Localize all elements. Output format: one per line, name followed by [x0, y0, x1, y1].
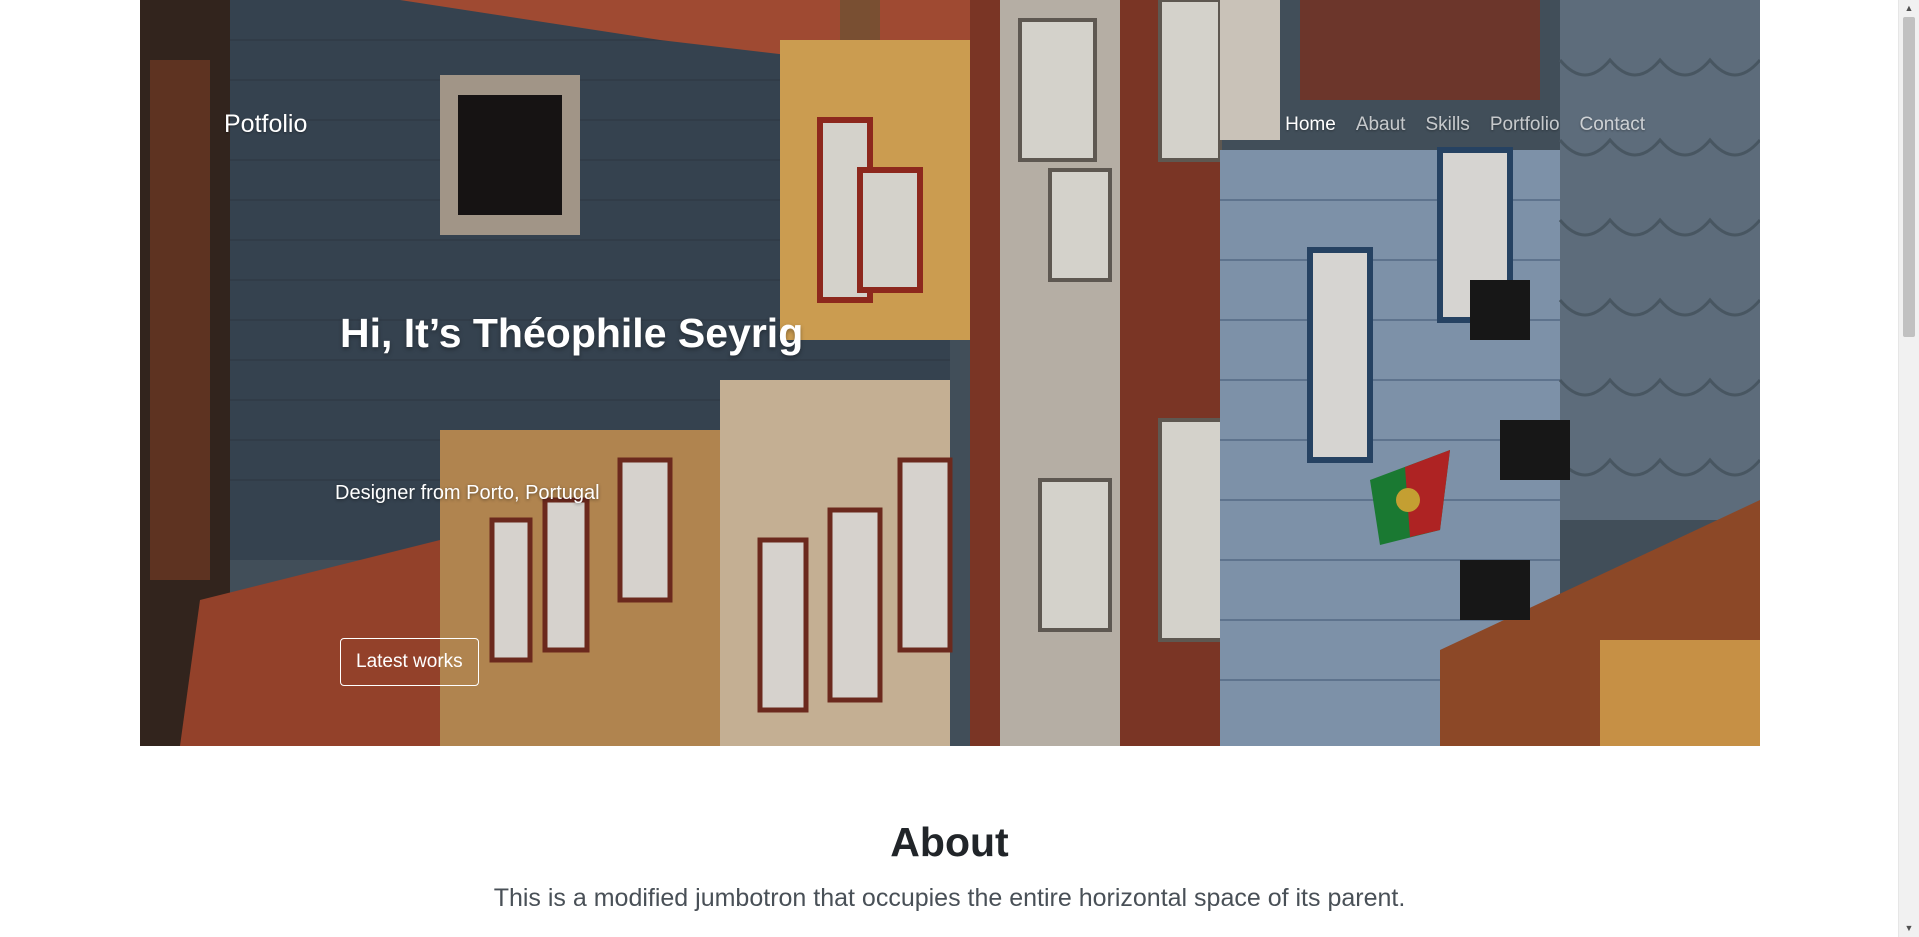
- navbar-brand[interactable]: Potfolio: [224, 110, 307, 139]
- nav-item-portfolio[interactable]: Portfolio: [1490, 114, 1560, 136]
- scrollbar-thumb[interactable]: [1903, 17, 1915, 337]
- nav-item-about[interactable]: Abaut: [1356, 114, 1406, 136]
- about-description: This is a modified jumbotron that occupi…: [493, 884, 1406, 912]
- hero-jumbotron: Potfolio Home Abaut Skills Portfolio Con…: [140, 0, 1760, 746]
- nav-item-skills[interactable]: Skills: [1425, 114, 1469, 136]
- nav-item-home[interactable]: Home: [1285, 114, 1336, 136]
- hero-subtitle: Designer from Porto, Portugal: [335, 482, 600, 504]
- about-heading: About: [890, 819, 1009, 865]
- building-facade-illustration: [140, 0, 1760, 746]
- latest-works-button[interactable]: Latest works: [340, 638, 479, 686]
- nav-item-contact[interactable]: Contact: [1580, 114, 1645, 136]
- navbar-nav: Home Abaut Skills Portfolio Contact: [1285, 114, 1645, 136]
- hero-title: Hi, It’s Théophile Seyrig: [340, 310, 804, 356]
- hero-background-photo: [140, 0, 1760, 746]
- scroll-down-arrow-icon[interactable]: ▼: [1899, 920, 1919, 937]
- about-section: About This is a modified jumbotron that …: [0, 746, 1899, 913]
- vertical-scrollbar[interactable]: ▲ ▼: [1898, 0, 1919, 937]
- scroll-up-arrow-icon[interactable]: ▲: [1899, 0, 1919, 17]
- page: Potfolio Home Abaut Skills Portfolio Con…: [0, 0, 1919, 937]
